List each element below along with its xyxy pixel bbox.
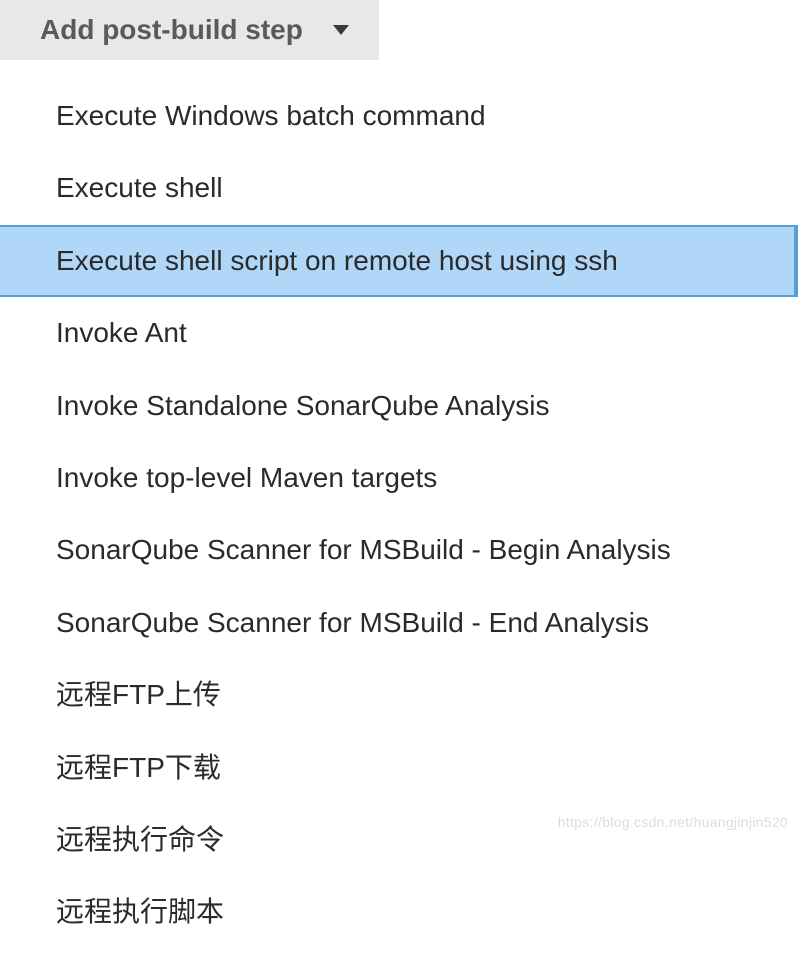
dropdown-button-label: Add post-build step: [40, 14, 303, 46]
menu-item-ftp-download[interactable]: 远程FTP下载: [0, 732, 798, 804]
menu-item-execute-shell[interactable]: Execute shell: [0, 152, 798, 224]
menu-item-invoke-ant[interactable]: Invoke Ant: [0, 297, 798, 369]
menu-item-invoke-sonarqube[interactable]: Invoke Standalone SonarQube Analysis: [0, 370, 798, 442]
watermark-text: https://blog.csdn.net/huangjinjin520: [558, 814, 788, 830]
menu-item-remote-script[interactable]: 远程执行脚本: [0, 876, 798, 948]
menu-item-sonarqube-msbuild-begin[interactable]: SonarQube Scanner for MSBuild - Begin An…: [0, 514, 798, 586]
menu-item-execute-windows-batch[interactable]: Execute Windows batch command: [0, 80, 798, 152]
caret-down-icon: [333, 25, 349, 35]
add-post-build-step-button[interactable]: Add post-build step: [0, 0, 379, 60]
menu-item-sonarqube-msbuild-end[interactable]: SonarQube Scanner for MSBuild - End Anal…: [0, 587, 798, 659]
menu-item-invoke-maven[interactable]: Invoke top-level Maven targets: [0, 442, 798, 514]
menu-item-execute-shell-ssh[interactable]: Execute shell script on remote host usin…: [0, 225, 798, 297]
menu-item-ftp-upload[interactable]: 远程FTP上传: [0, 659, 798, 731]
